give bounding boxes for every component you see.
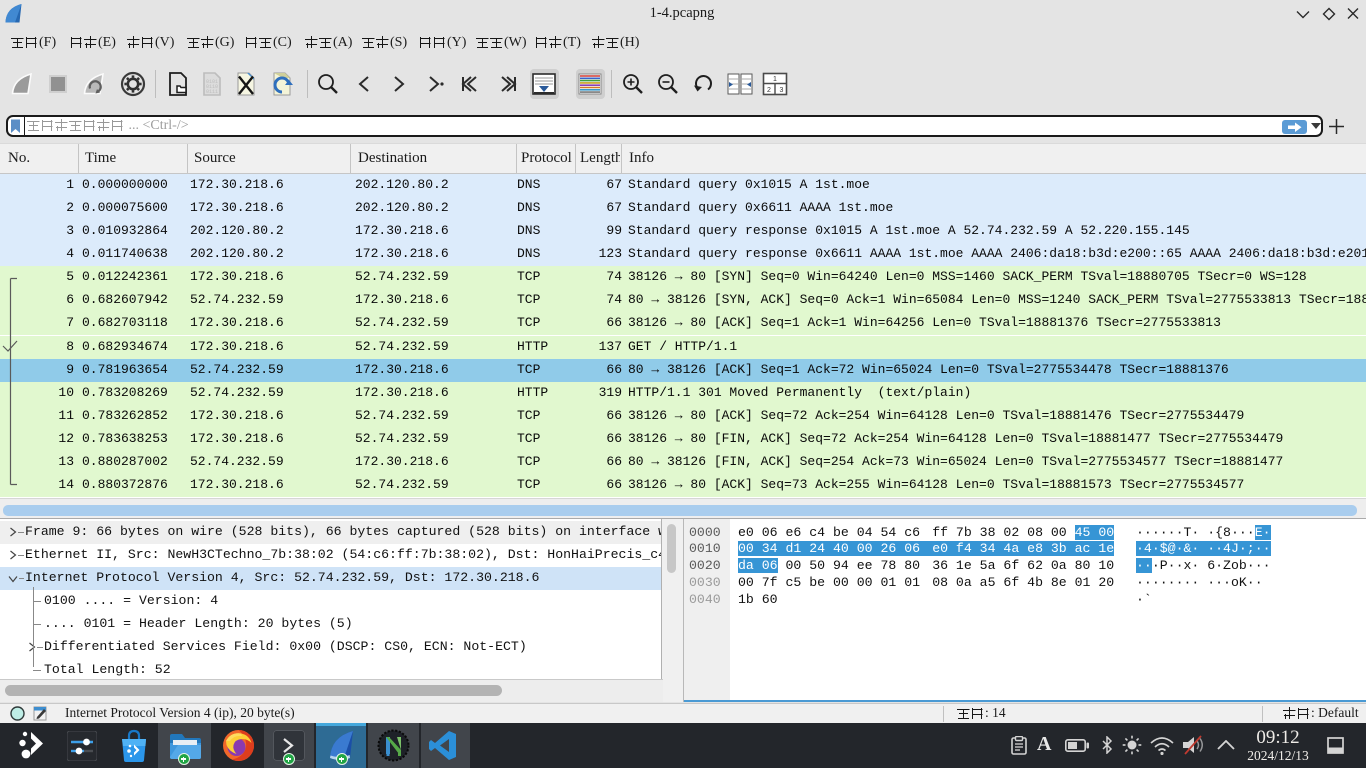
svg-text:2: 2 [767,87,771,94]
svg-text:3: 3 [780,87,784,94]
svg-text:1: 1 [773,76,777,83]
svg-text:0111: 0111 [206,89,218,95]
